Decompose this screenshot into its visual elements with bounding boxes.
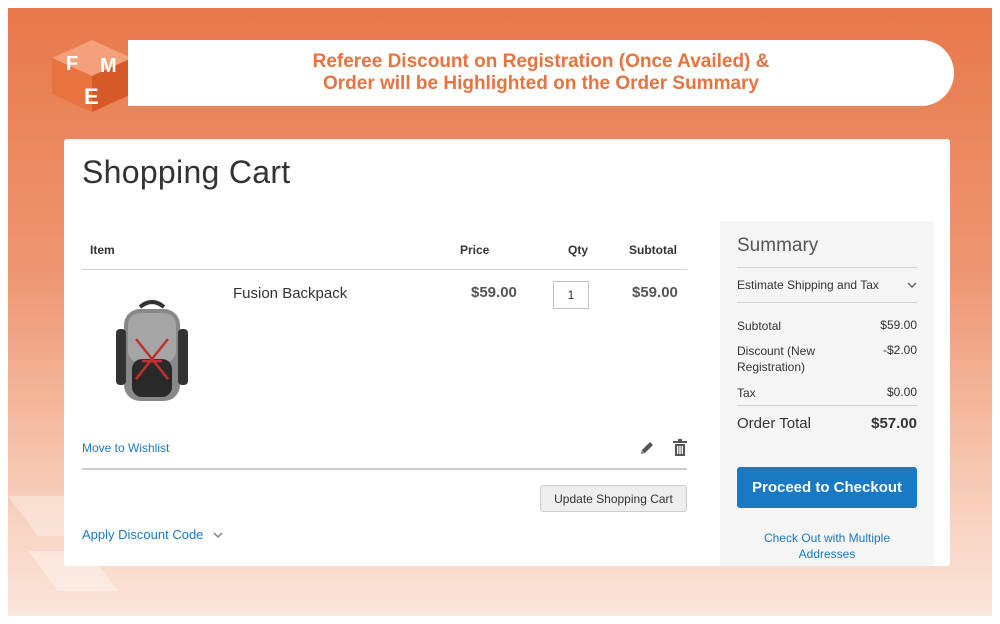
svg-text:F: F bbox=[66, 53, 78, 75]
multi-address-checkout-link[interactable]: Check Out with Multiple Addresses bbox=[737, 530, 917, 562]
summary-subtotal-value: $59.00 bbox=[880, 318, 917, 332]
summary-tax-label: Tax bbox=[737, 386, 756, 400]
summary-row-tax: Tax $0.00 bbox=[737, 385, 917, 401]
summary-discount-label: Discount (New Registration) bbox=[737, 344, 816, 374]
header-divider bbox=[82, 269, 687, 270]
banner-line-1: Referee Discount on Registration (Once A… bbox=[312, 51, 770, 72]
summary-row-subtotal: Subtotal $59.00 bbox=[737, 318, 917, 334]
edit-icon[interactable] bbox=[639, 440, 655, 456]
apply-discount-toggle[interactable]: Apply Discount Code bbox=[82, 527, 223, 542]
product-subtotal: $59.00 bbox=[632, 284, 678, 301]
column-header-item: Item bbox=[90, 243, 115, 257]
svg-text:E: E bbox=[84, 84, 99, 109]
product-price: $59.00 bbox=[471, 284, 517, 301]
summary-tax-value: $0.00 bbox=[886, 385, 917, 399]
order-total-value: $57.00 bbox=[871, 415, 917, 432]
row-divider bbox=[82, 468, 687, 470]
trash-icon[interactable] bbox=[672, 439, 688, 457]
order-summary: Summary Estimate Shipping and Tax Subtot… bbox=[720, 221, 934, 566]
summary-divider-total bbox=[737, 405, 917, 406]
qty-input[interactable] bbox=[553, 281, 589, 309]
summary-title: Summary bbox=[737, 235, 819, 256]
order-total-row: Order Total $57.00 bbox=[737, 415, 917, 432]
summary-subtotal-label: Subtotal bbox=[737, 319, 782, 333]
svg-text:M: M bbox=[100, 55, 117, 77]
product-name[interactable]: Fusion Backpack bbox=[233, 285, 347, 302]
summary-row-discount: Discount (New Registration) -$2.00 bbox=[737, 343, 917, 375]
column-header-qty: Qty bbox=[568, 243, 589, 257]
column-header-price: Price bbox=[460, 243, 490, 257]
summary-divider-mid bbox=[737, 302, 917, 303]
chevron-down-icon bbox=[213, 532, 223, 538]
page-frame: F M E Referee Discount on Registration (… bbox=[8, 8, 992, 616]
estimate-shipping-toggle[interactable]: Estimate Shipping and Tax bbox=[737, 278, 917, 292]
estimate-shipping-label: Estimate Shipping and Tax bbox=[737, 278, 879, 292]
promo-banner: Referee Discount on Registration (Once A… bbox=[128, 40, 954, 106]
update-shopping-cart-button[interactable]: Update Shopping Cart bbox=[540, 485, 687, 512]
column-header-subtotal: Subtotal bbox=[629, 243, 677, 257]
apply-discount-label: Apply Discount Code bbox=[82, 527, 204, 542]
fme-logo-icon: F M E bbox=[52, 40, 132, 112]
banner-line-2: Order will be Highlighted on the Order S… bbox=[322, 73, 759, 94]
summary-divider-top bbox=[737, 267, 917, 268]
product-image-backpack[interactable] bbox=[112, 299, 192, 407]
page-title: Shopping Cart bbox=[82, 154, 291, 190]
chevron-down-icon bbox=[907, 282, 917, 288]
shopping-cart-panel: Shopping Cart Item Price Qty Subtotal Fu… bbox=[64, 139, 950, 566]
order-total-label: Order Total bbox=[737, 415, 811, 432]
summary-discount-value: -$2.00 bbox=[882, 343, 917, 357]
move-to-wishlist-link[interactable]: Move to Wishlist bbox=[82, 441, 169, 455]
proceed-to-checkout-button[interactable]: Proceed to Checkout bbox=[737, 467, 917, 508]
